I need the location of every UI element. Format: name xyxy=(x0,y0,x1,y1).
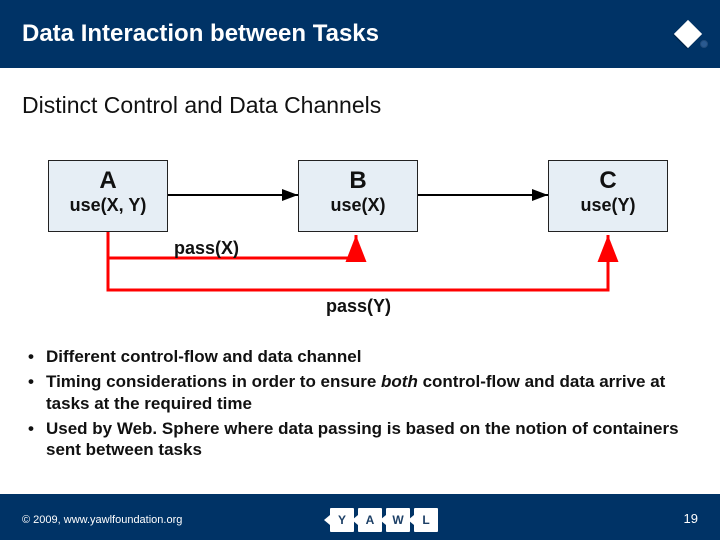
bullet-dot-icon: • xyxy=(28,418,46,461)
task-use-label: use(X, Y) xyxy=(49,195,167,216)
list-item: • Used by Web. Sphere where data passing… xyxy=(28,418,688,461)
copyright-text: © 2009, www.yawlfoundation.org xyxy=(22,514,182,526)
bullet-dot-icon: • xyxy=(28,346,46,367)
slide-subtitle: Distinct Control and Data Channels xyxy=(22,92,381,119)
task-use-label: use(X) xyxy=(299,195,417,216)
bullet-text: Different control-flow and data channel xyxy=(46,346,361,367)
brand-dot-icon xyxy=(700,40,708,48)
list-item: • Different control-flow and data channe… xyxy=(28,346,688,367)
brand-diamond-icon xyxy=(676,22,700,46)
task-name: C xyxy=(549,167,667,195)
logo-letter: Y xyxy=(330,508,354,532)
task-name: B xyxy=(299,167,417,195)
task-box-c: C use(Y) xyxy=(548,160,668,232)
bullet-text: Used by Web. Sphere where data passing i… xyxy=(46,418,688,461)
bullet-text: Timing considerations in order to ensure… xyxy=(46,371,688,414)
slide-number: 19 xyxy=(684,511,698,526)
logo-letter: A xyxy=(358,508,382,532)
list-item: • Timing considerations in order to ensu… xyxy=(28,371,688,414)
yawl-logo: Y A W L xyxy=(330,508,438,532)
slide-title: Data Interaction between Tasks xyxy=(0,20,379,48)
bullet-dot-icon: • xyxy=(28,371,46,414)
bullet-list: • Different control-flow and data channe… xyxy=(28,346,688,464)
title-bar: Data Interaction between Tasks xyxy=(0,0,720,68)
edge-label-passy: pass(Y) xyxy=(326,296,391,317)
diagram-area: A use(X, Y) B use(X) C use(Y) pass(X) pa… xyxy=(0,140,720,330)
task-name: A xyxy=(49,167,167,195)
logo-letter: W xyxy=(386,508,410,532)
footer-bar: © 2009, www.yawlfoundation.org Y A W L 1… xyxy=(0,494,720,540)
edge-label-passx: pass(X) xyxy=(174,238,239,259)
task-box-b: B use(X) xyxy=(298,160,418,232)
logo-letter: L xyxy=(414,508,438,532)
task-box-a: A use(X, Y) xyxy=(48,160,168,232)
task-use-label: use(Y) xyxy=(549,195,667,216)
